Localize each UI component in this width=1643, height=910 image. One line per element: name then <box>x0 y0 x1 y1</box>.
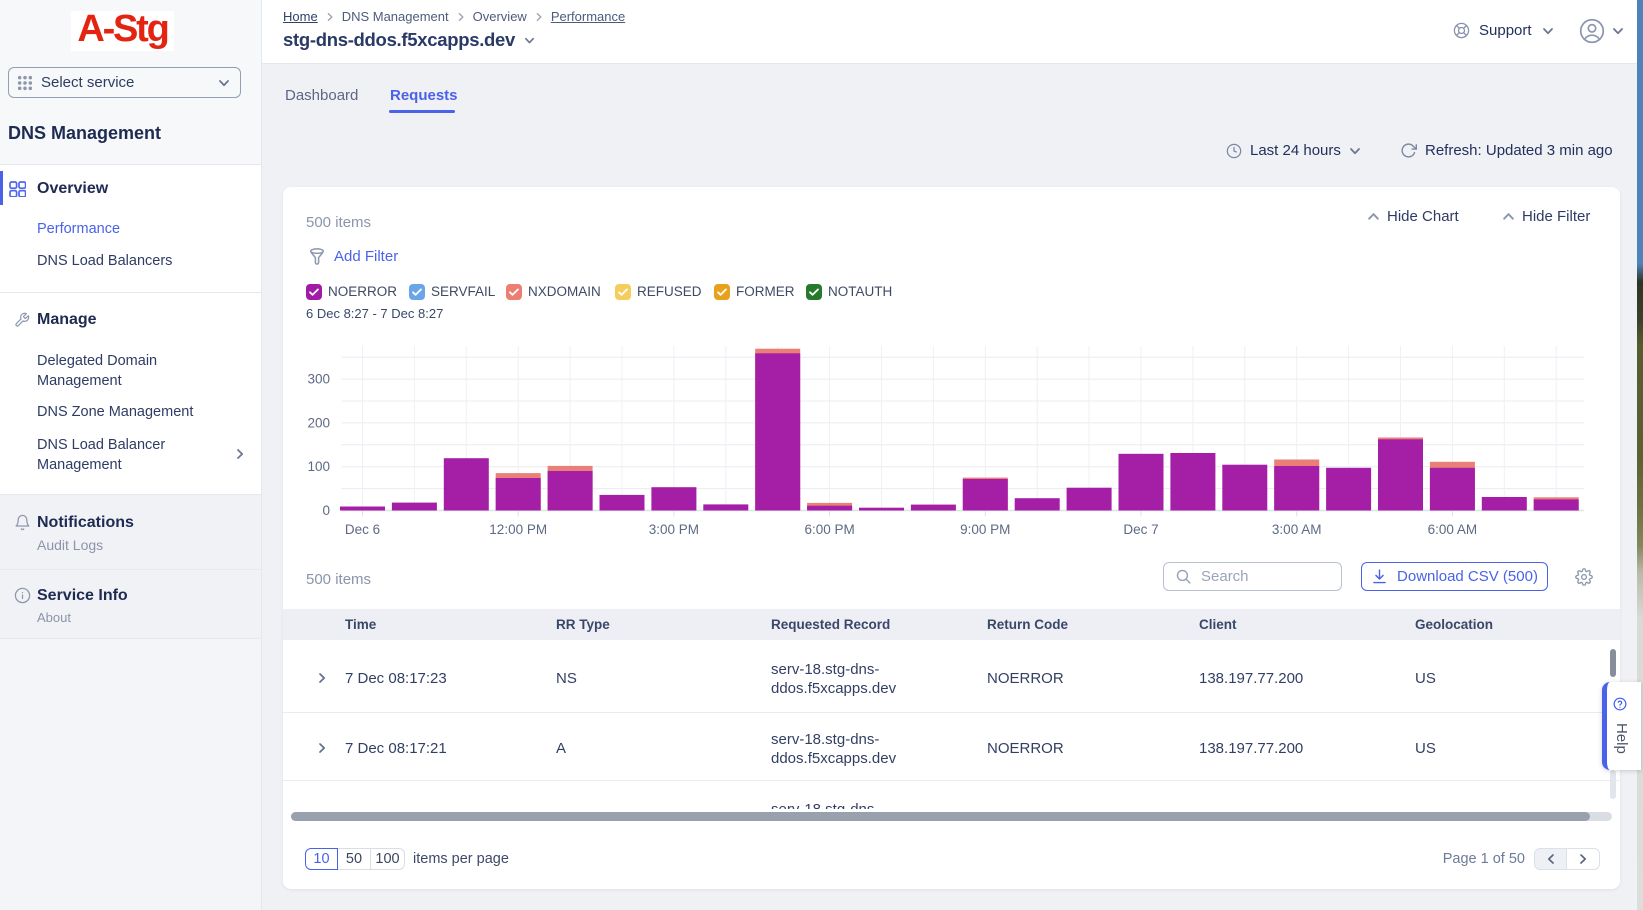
svg-text:12:00 PM: 12:00 PM <box>489 522 547 537</box>
svg-text:300: 300 <box>307 372 330 387</box>
svg-text:Dec 6: Dec 6 <box>345 522 380 537</box>
svg-text:6:00 AM: 6:00 AM <box>1428 522 1478 537</box>
svg-text:100: 100 <box>307 459 330 474</box>
svg-text:200: 200 <box>307 415 330 430</box>
svg-text:0: 0 <box>322 503 330 518</box>
svg-text:3:00 AM: 3:00 AM <box>1272 522 1322 537</box>
svg-text:Dec 7: Dec 7 <box>1123 522 1158 537</box>
svg-text:9:00 PM: 9:00 PM <box>960 522 1010 537</box>
svg-text:6:00 PM: 6:00 PM <box>804 522 854 537</box>
svg-text:3:00 PM: 3:00 PM <box>649 522 699 537</box>
